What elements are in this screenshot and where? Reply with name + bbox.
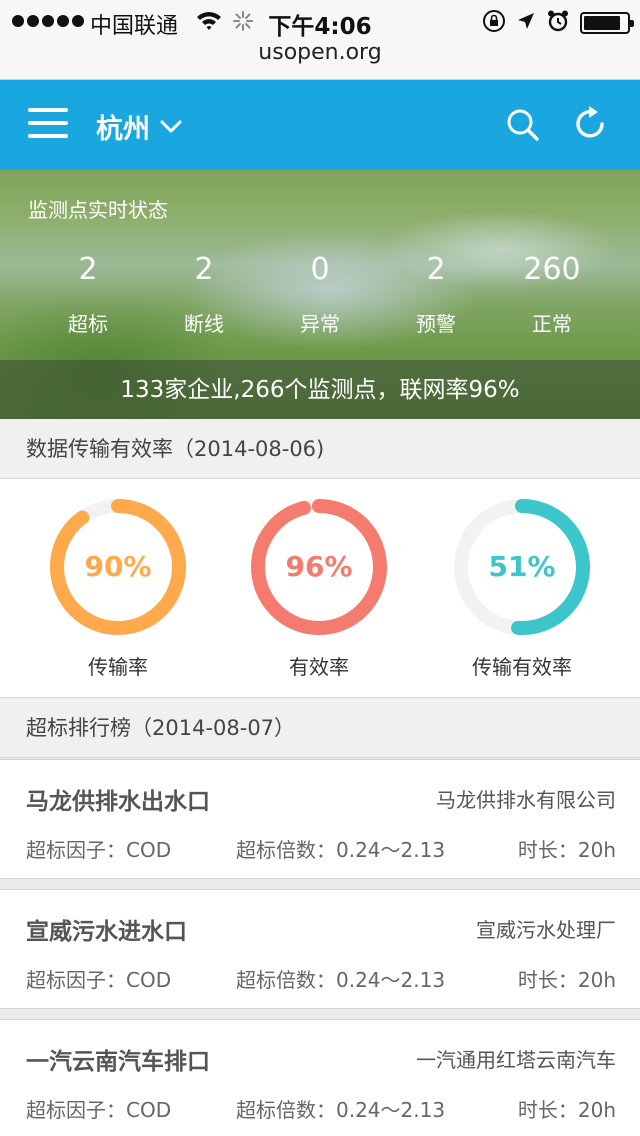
ranking-item[interactable]: 马龙供排水出水口 马龙供排水有限公司 超标因子：COD 超标倍数：0.24～2.… bbox=[0, 759, 640, 879]
stat-label: 超标 bbox=[68, 312, 108, 336]
ring-label: 传输率 bbox=[88, 655, 148, 679]
ring-label: 有效率 bbox=[289, 655, 349, 679]
search-button[interactable] bbox=[506, 108, 540, 146]
ranking-heading: 超标排行榜（2014-08-07） bbox=[0, 698, 640, 758]
exceed-duration: 时长：20h bbox=[517, 838, 616, 862]
company-name: 一汽通用红塔云南汽车 bbox=[416, 1048, 616, 1072]
alarm-icon bbox=[546, 9, 570, 37]
ranking-item[interactable]: 宣威污水进水口 宣威污水处理厂 超标因子：COD 超标倍数：0.24～2.13 … bbox=[0, 889, 640, 1009]
stat-abnormal[interactable]: 0 异常 bbox=[262, 248, 378, 337]
stat-label: 断线 bbox=[184, 312, 224, 336]
battery-icon bbox=[580, 12, 634, 34]
exceed-factor: 超标因子：COD bbox=[26, 838, 172, 862]
stat-value: 0 bbox=[310, 252, 330, 287]
refresh-icon bbox=[576, 106, 604, 138]
exceed-multiple: 超标倍数：0.24～2.13 bbox=[236, 838, 446, 862]
exceed-duration: 时长：20h bbox=[517, 968, 616, 992]
stat-label: 正常 bbox=[532, 312, 572, 336]
company-name: 马龙供排水有限公司 bbox=[436, 788, 616, 812]
stat-value: 2 bbox=[78, 252, 98, 287]
site-name: 宣威污水进水口 bbox=[26, 919, 187, 945]
rotation-lock-icon bbox=[482, 9, 506, 37]
status-bar: 中国联通 下午4:06 usopen.org bbox=[0, 0, 640, 80]
app-header: 杭州 bbox=[0, 80, 640, 170]
refresh-button[interactable] bbox=[574, 106, 608, 146]
status-stats: 2 超标 2 断线 0 异常 2 预警 260 正常 bbox=[30, 248, 610, 337]
ring-transmission-rate[interactable]: 90% 传输率 bbox=[38, 497, 198, 680]
stat-exceeded[interactable]: 2 超标 bbox=[30, 248, 146, 337]
city-selector[interactable]: 杭州 bbox=[96, 107, 182, 146]
ranking-item[interactable]: 一汽云南汽车排口 一汽通用红塔云南汽车 超标因子：COD 超标倍数：0.24～2… bbox=[0, 1019, 640, 1136]
stat-normal[interactable]: 260 正常 bbox=[494, 248, 610, 337]
monitoring-status-panel: 监测点实时状态 2 超标 2 断线 0 异常 2 预警 260 正常 133家企… bbox=[0, 170, 640, 420]
search-icon bbox=[507, 109, 539, 141]
ring-effective-transmission-rate[interactable]: 51% 传输有效率 bbox=[442, 497, 602, 680]
city-name: 杭州 bbox=[96, 114, 150, 145]
exceed-multiple: 超标倍数：0.24～2.13 bbox=[236, 968, 446, 992]
efficiency-rings: 90% 传输率 96% 有效率 51% 传输有效率 bbox=[0, 479, 640, 698]
stat-label: 异常 bbox=[300, 312, 340, 336]
stat-label: 预警 bbox=[416, 312, 456, 336]
ring-percent: 90% bbox=[84, 550, 152, 583]
panel-title: 监测点实时状态 bbox=[28, 198, 168, 222]
menu-icon bbox=[28, 108, 68, 112]
stat-warning[interactable]: 2 预警 bbox=[378, 248, 494, 337]
url-bar[interactable]: usopen.org bbox=[0, 40, 640, 65]
stat-disconnected[interactable]: 2 断线 bbox=[146, 248, 262, 337]
ring-label: 传输有效率 bbox=[472, 655, 572, 679]
stat-value: 2 bbox=[194, 252, 214, 287]
ring-percent: 51% bbox=[488, 550, 556, 583]
menu-button[interactable] bbox=[28, 108, 68, 140]
efficiency-heading: 数据传输有效率（2014-08-06) bbox=[0, 419, 640, 479]
company-name: 宣威污水处理厂 bbox=[476, 918, 616, 942]
exceed-duration: 时长：20h bbox=[517, 1098, 616, 1122]
location-arrow-icon bbox=[516, 11, 536, 35]
stat-value: 260 bbox=[523, 252, 581, 287]
chevron-down-icon bbox=[160, 120, 182, 132]
exceed-factor: 超标因子：COD bbox=[26, 968, 172, 992]
ring-percent: 96% bbox=[285, 550, 353, 583]
exceed-factor: 超标因子：COD bbox=[26, 1098, 172, 1122]
site-name: 一汽云南汽车排口 bbox=[26, 1049, 210, 1075]
stat-value: 2 bbox=[426, 252, 446, 287]
site-name: 马龙供排水出水口 bbox=[26, 789, 210, 815]
network-summary: 133家企业,266个监测点，联网率96% bbox=[0, 360, 640, 420]
exceed-multiple: 超标倍数：0.24～2.13 bbox=[236, 1098, 446, 1122]
ring-validity-rate[interactable]: 96% 有效率 bbox=[239, 497, 399, 680]
